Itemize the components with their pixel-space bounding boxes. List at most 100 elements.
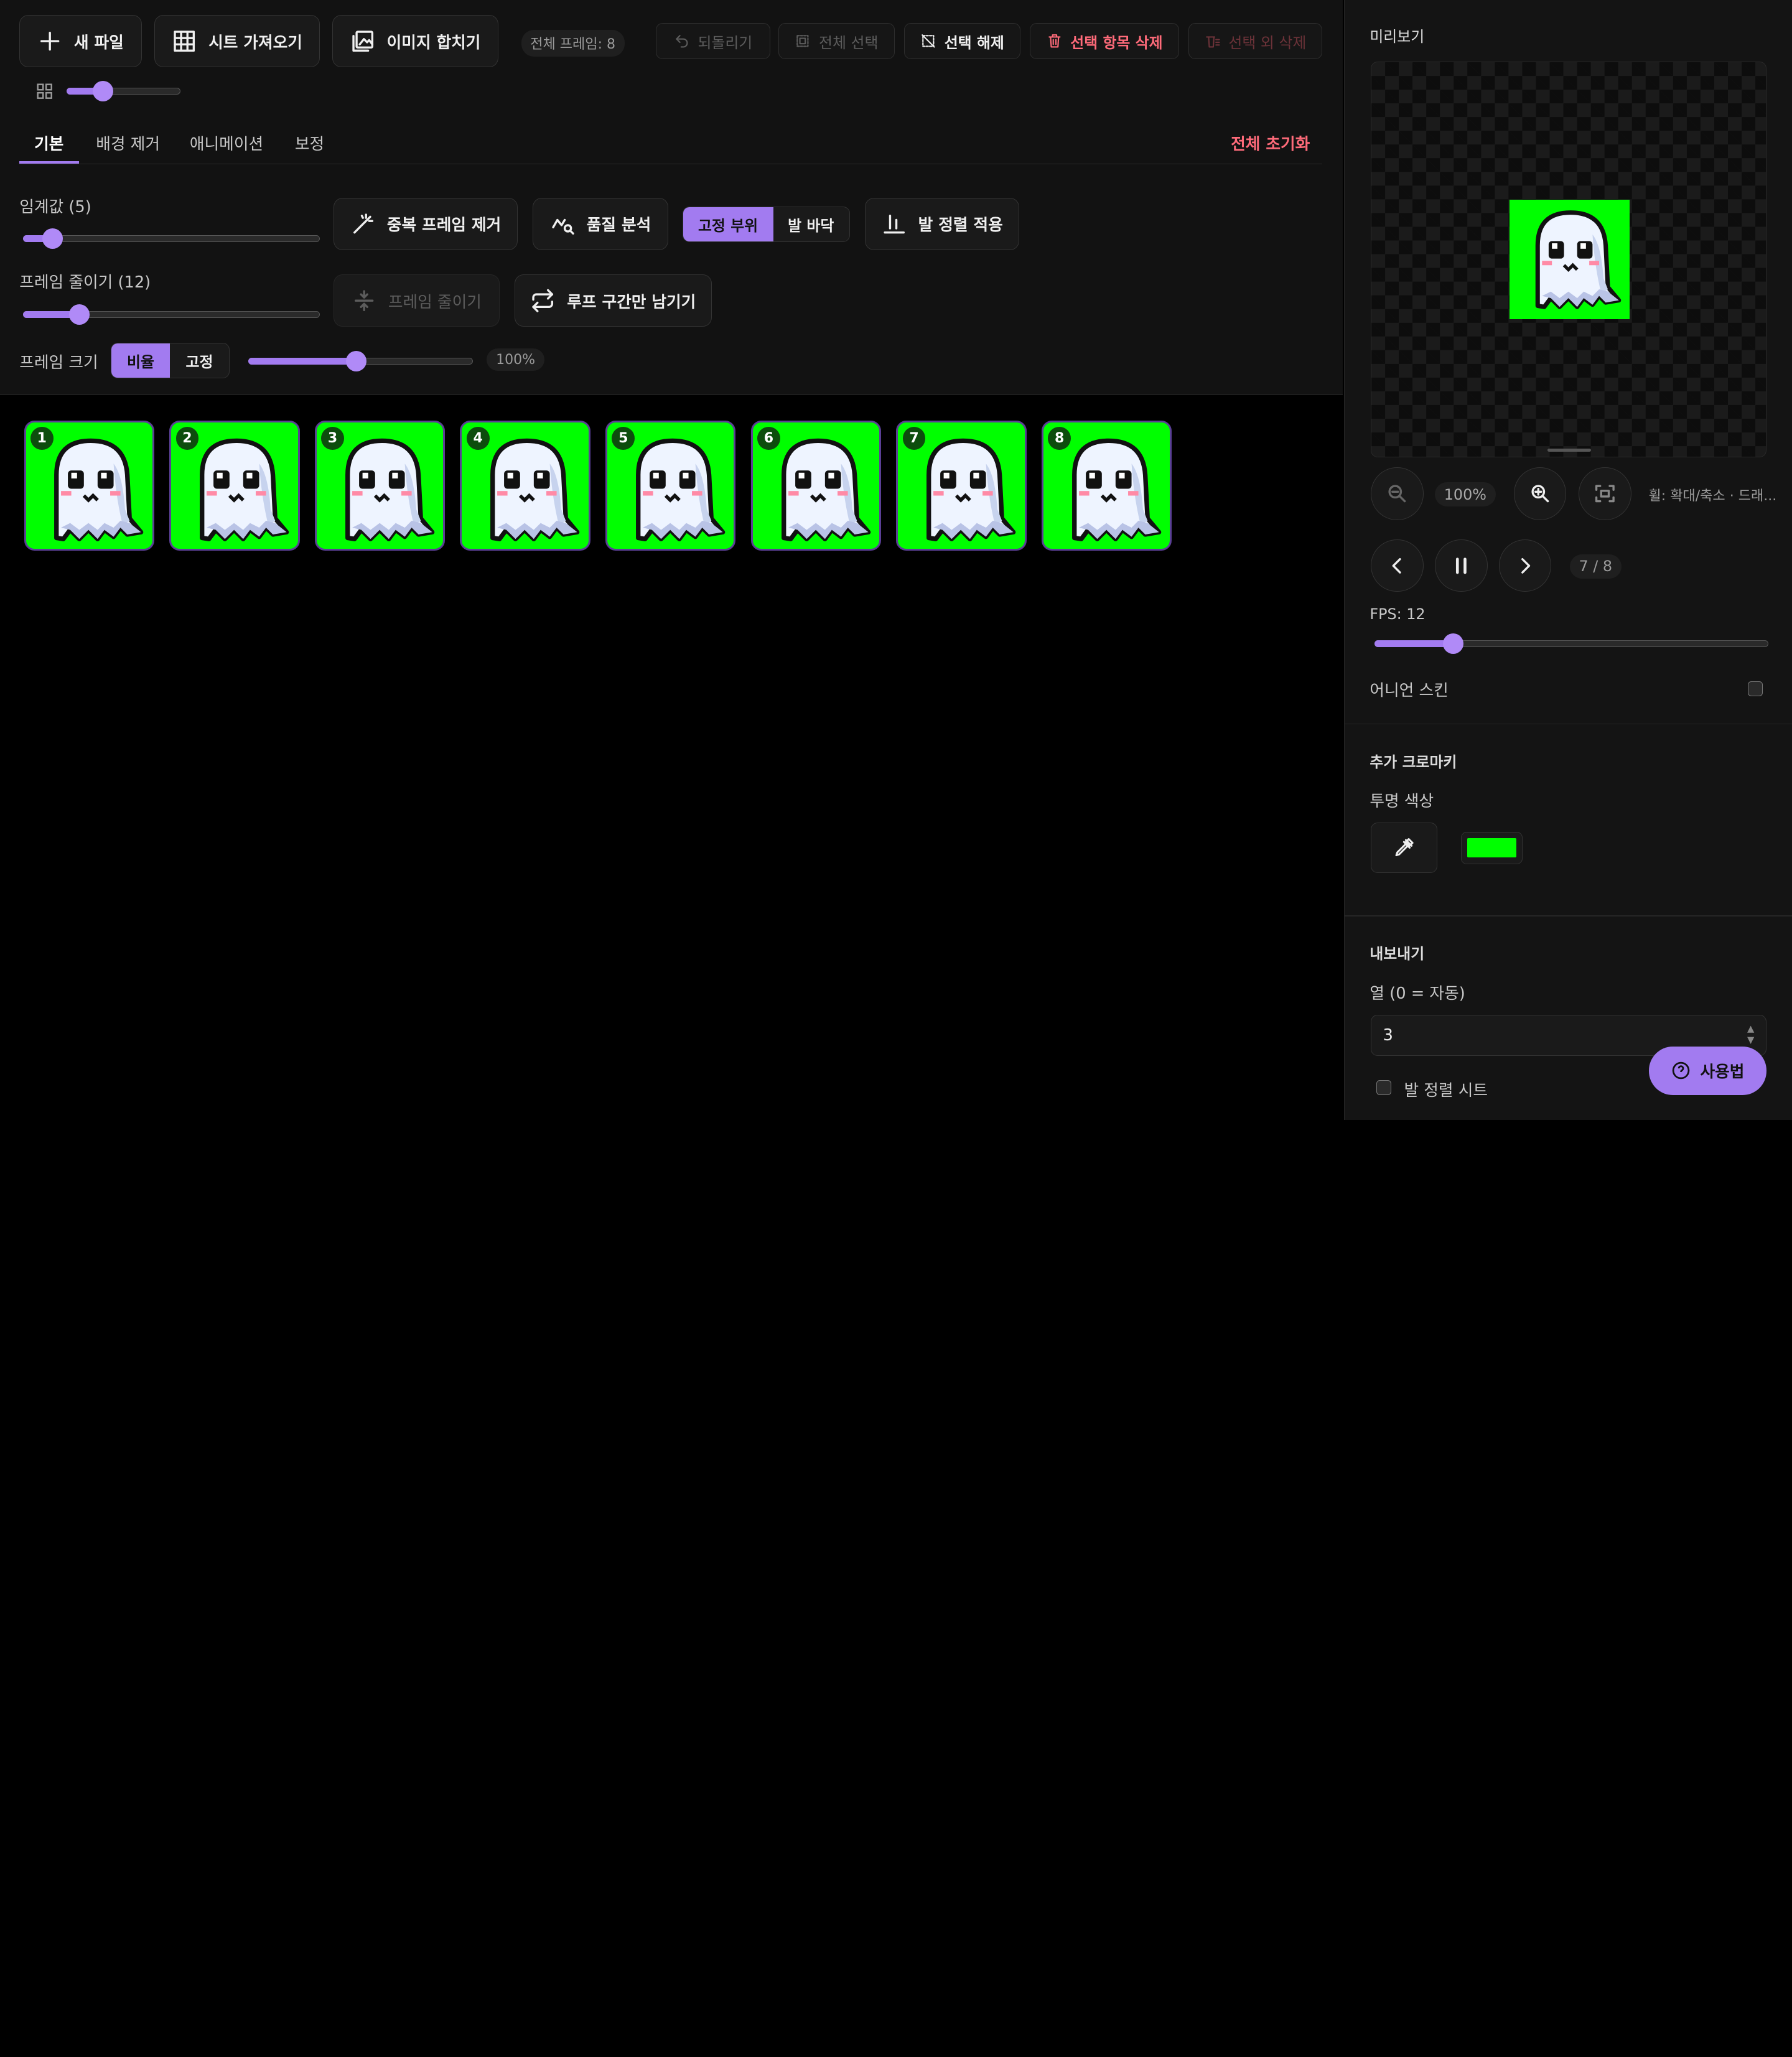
compress-icon xyxy=(355,290,374,311)
images-icon xyxy=(352,30,373,52)
onion-skin-checkbox[interactable] xyxy=(1748,681,1763,696)
select-all-button[interactable]: 전체 선택 xyxy=(778,22,895,60)
zoom-out-button[interactable] xyxy=(1371,467,1424,520)
preview-title: 미리보기 xyxy=(1370,27,1425,45)
frame-size-label: 프레임 크기 xyxy=(19,353,98,373)
ghost-sprite xyxy=(1052,429,1166,544)
anchor-toggle: 고정 부위 발 바닥 xyxy=(682,207,851,243)
section-divider xyxy=(1344,915,1792,917)
ghost-sprite xyxy=(325,429,439,544)
anchor-foot-option[interactable]: 발 바닥 xyxy=(773,207,849,241)
tab-basic[interactable]: 기본 xyxy=(34,131,63,154)
keep-loop-button[interactable]: 루프 구간만 남기기 xyxy=(514,274,712,327)
frame-size-slider[interactable] xyxy=(248,350,474,371)
deselect-button[interactable]: 선택 해제 xyxy=(903,22,1021,60)
fit-screen-icon xyxy=(1595,485,1615,503)
tab-background-removal[interactable]: 배경 제거 xyxy=(96,131,160,154)
ghost-sprite xyxy=(615,429,730,544)
tab-correction[interactable]: 보정 xyxy=(295,131,324,154)
export-title: 내보내기 xyxy=(1370,945,1425,963)
eyedropper-button[interactable] xyxy=(1371,823,1437,874)
zoom-in-button[interactable] xyxy=(1513,467,1567,520)
frame-size-fixed-option[interactable]: 고정 xyxy=(170,343,229,378)
plus-icon xyxy=(40,31,60,51)
fit-button[interactable] xyxy=(1579,467,1631,520)
zoom-out-icon xyxy=(1388,485,1406,503)
frame-number-badge: 3 xyxy=(321,427,344,450)
threshold-label: 임계값 (5) xyxy=(19,198,91,217)
zoom-in-icon xyxy=(1531,485,1549,503)
pause-button[interactable] xyxy=(1435,539,1488,592)
ghost-sprite xyxy=(761,429,875,544)
grid-size-icon xyxy=(37,83,52,100)
frame-thumbnail[interactable]: 3 xyxy=(314,420,446,551)
frame-number-badge: 5 xyxy=(612,427,635,450)
frame-thumbnail[interactable]: 1 xyxy=(24,420,154,551)
preview-resize-handle[interactable] xyxy=(1547,448,1591,452)
anchor-fixed-option[interactable]: 고정 부위 xyxy=(683,207,773,242)
quality-analysis-button[interactable]: 품질 분석 xyxy=(532,197,669,251)
undo-icon xyxy=(676,35,688,48)
frame-size-mode-toggle: 비율 고정 xyxy=(111,343,230,378)
frame-size-value: 100% xyxy=(487,348,544,371)
trash-icon xyxy=(1048,34,1061,48)
frame-thumbnail[interactable]: 7 xyxy=(896,420,1027,551)
foot-align-sheet-checkbox[interactable] xyxy=(1376,1080,1392,1095)
reduce-frames-slider[interactable] xyxy=(22,304,320,325)
frame-number-badge: 1 xyxy=(30,427,54,450)
preview-frame xyxy=(1510,199,1630,320)
magic-wand-icon xyxy=(353,213,374,234)
threshold-slider[interactable] xyxy=(22,228,320,250)
transparent-color-label: 투명 색상 xyxy=(1370,792,1434,811)
stepper-arrows-icon[interactable]: ▲ ▼ xyxy=(1747,1024,1754,1047)
frame-thumbnail[interactable]: 4 xyxy=(460,420,590,551)
import-sheet-button[interactable]: 시트 가져오기 xyxy=(154,14,320,68)
frame-number-badge: 4 xyxy=(466,427,490,450)
frame-thumbnail[interactable]: 8 xyxy=(1041,420,1172,551)
wheel-hint: 휠: 확대/축소 · 드래... xyxy=(1648,488,1777,504)
repeat-icon xyxy=(532,289,554,312)
chroma-color-swatch[interactable] xyxy=(1461,832,1523,864)
columns-value: 3 xyxy=(1383,1025,1393,1045)
next-frame-button[interactable] xyxy=(1498,539,1552,592)
frame-thumbnail[interactable]: 2 xyxy=(169,420,300,551)
controls-panel: 새 파일 시트 가져오기 이미지 합치기 전체 프레임: 8 되돌리기 전체 선… xyxy=(0,0,1343,395)
align-bottom-icon xyxy=(884,214,905,234)
preview-zoom-value: 100% xyxy=(1435,482,1496,507)
main-area: 새 파일 시트 가져오기 이미지 합치기 전체 프레임: 8 되돌리기 전체 선… xyxy=(0,0,1344,1120)
preview-sidebar: 미리보기 100% 휠: 확대/축소 · 드래... 7 / 8 FPS: 12… xyxy=(1343,0,1792,1120)
frame-number-badge: 2 xyxy=(175,427,199,450)
tab-divider xyxy=(19,163,1323,165)
merge-images-button[interactable]: 이미지 합치기 xyxy=(332,14,498,68)
ghost-sprite xyxy=(470,429,584,544)
remove-duplicates-button[interactable]: 중복 프레임 제거 xyxy=(334,197,518,251)
grid-icon xyxy=(174,30,195,52)
delete-selected-button[interactable]: 선택 항목 삭제 xyxy=(1029,22,1180,60)
frame-thumbnail[interactable]: 6 xyxy=(750,420,882,551)
undo-button[interactable]: 되돌리기 xyxy=(656,22,770,60)
preview-canvas[interactable] xyxy=(1371,62,1766,457)
delete-unselected-button[interactable]: 선택 외 삭제 xyxy=(1188,22,1323,60)
frame-number-badge: 7 xyxy=(902,427,926,450)
thumbnail-size-slider[interactable] xyxy=(66,81,181,102)
ghost-sprite xyxy=(906,429,1020,544)
reduce-frames-button[interactable]: 프레임 줄이기 xyxy=(334,274,500,327)
new-file-button[interactable]: 새 파일 xyxy=(19,14,142,68)
onion-skin-label: 어니언 스킨 xyxy=(1370,681,1449,701)
reset-all-button[interactable]: 전체 초기화 xyxy=(1231,131,1310,154)
ghost-sprite xyxy=(179,429,294,544)
chart-search-icon xyxy=(552,218,574,235)
fps-slider[interactable] xyxy=(1374,633,1769,654)
tab-animation[interactable]: 애니메이션 xyxy=(190,131,263,154)
apply-foot-align-button[interactable]: 발 정렬 적용 xyxy=(865,197,1020,251)
prev-frame-button[interactable] xyxy=(1371,539,1424,592)
frame-size-ratio-option[interactable]: 비율 xyxy=(111,343,170,378)
help-circle-icon xyxy=(1672,1062,1690,1080)
chevron-right-icon xyxy=(1521,557,1530,574)
foot-align-sheet-label: 발 정렬 시트 xyxy=(1404,1081,1488,1100)
chevron-left-icon xyxy=(1392,557,1401,574)
total-frames-badge: 전체 프레임: 8 xyxy=(521,29,625,57)
trash-filter-icon xyxy=(1206,36,1220,48)
help-button[interactable]: 사용법 xyxy=(1648,1047,1766,1095)
frame-thumbnail[interactable]: 5 xyxy=(605,420,736,551)
